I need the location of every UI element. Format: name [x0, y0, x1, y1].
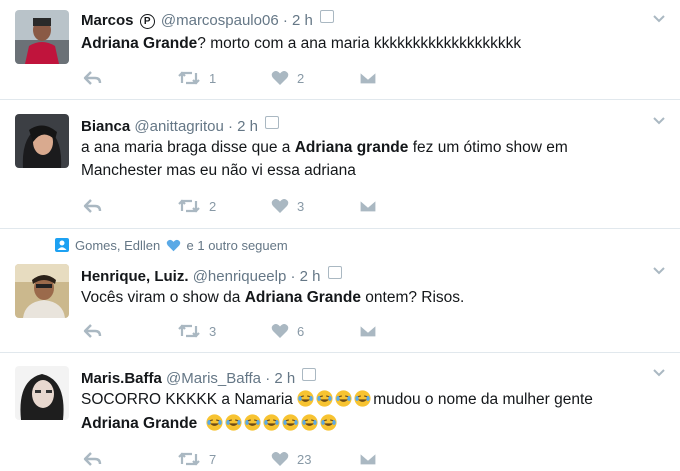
like-button[interactable]: 23 [271, 449, 311, 469]
avatar[interactable] [15, 114, 69, 168]
tweet-text: a ana maria braga disse que a Adriana gr… [81, 139, 568, 179]
retweet-button[interactable]: 2 [177, 196, 216, 216]
highlighted-term: Adriana grande [294, 139, 409, 156]
reply-button[interactable] [83, 449, 103, 469]
tweet-text: Vocês viram o show da Adriana Grande ont… [81, 289, 465, 306]
avatar[interactable] [15, 10, 69, 64]
laughing-emoji-icon [297, 390, 314, 407]
person-icon [55, 238, 69, 252]
highlighted-term: Adriana Grande [81, 35, 198, 52]
share-icon[interactable] [265, 116, 280, 129]
chevron-down-icon[interactable] [652, 366, 666, 380]
retweet-button[interactable]: 1 [177, 68, 216, 88]
tweet-header: Bianca @anittagritou · 2 h [81, 116, 280, 136]
tweet-header: Maris.Baffa @Maris_Baffa · 2 h [81, 368, 317, 388]
retweet-count: 3 [209, 323, 217, 339]
heart-icon [271, 71, 289, 85]
laughing-emoji-group [206, 414, 339, 432]
blue-heart-icon [166, 239, 181, 252]
username[interactable]: @henriqueelp [193, 268, 287, 285]
social-context-names: Gomes, Edllen [75, 238, 161, 253]
tweet-header: Marcos P @marcospaulo06 · 2 h [81, 10, 335, 30]
display-name[interactable]: Marcos [81, 12, 134, 29]
retweet-icon [178, 324, 200, 338]
username[interactable]: @anittagritou [134, 118, 223, 135]
tweet[interactable]: Marcos P @marcospaulo06 · 2 h Adriana Gr… [0, 0, 680, 100]
like-count: 6 [297, 323, 305, 339]
timestamp[interactable]: 2 h [300, 268, 321, 285]
highlighted-term: Adriana Grande [244, 289, 361, 306]
social-context[interactable]: Gomes, Edllen e 1 outro seguem [55, 238, 288, 253]
retweet-icon [178, 452, 200, 466]
retweet-count: 2 [209, 198, 217, 214]
retweet-count: 1 [209, 70, 217, 86]
like-button[interactable]: 3 [271, 196, 304, 216]
display-name[interactable]: Henrique, Luiz. [81, 268, 189, 285]
laughing-emoji-icon [301, 414, 318, 431]
tweet[interactable]: Gomes, Edllen e 1 outro seguem Henrique,… [0, 229, 680, 353]
timestamp[interactable]: 2 h [274, 370, 295, 387]
tweet-text: SOCORRO KKKKK a Namaria mudou o nome da … [81, 390, 593, 432]
display-name[interactable]: Bianca [81, 118, 130, 135]
laughing-emoji-icon [282, 414, 299, 431]
tweet-text: Adriana Grande? morto com a ana maria kk… [81, 35, 522, 52]
direct-message-icon [359, 324, 377, 338]
laughing-emoji-icon [316, 390, 333, 407]
like-button[interactable]: 6 [271, 321, 304, 341]
timestamp[interactable]: 2 h [237, 118, 258, 135]
reply-button[interactable] [83, 321, 103, 341]
heart-icon [271, 199, 289, 213]
share-icon[interactable] [320, 10, 335, 23]
like-button[interactable]: 2 [271, 68, 304, 88]
retweet-count: 7 [209, 451, 217, 467]
chevron-down-icon[interactable] [652, 114, 666, 128]
direct-message-button[interactable] [359, 68, 377, 88]
reply-icon [83, 324, 102, 338]
retweet-button[interactable]: 3 [177, 321, 216, 341]
reply-icon [83, 71, 102, 85]
laughing-emoji-icon [225, 414, 242, 431]
laughing-emoji-icon [263, 414, 280, 431]
tweet[interactable]: Bianca @anittagritou · 2 h a ana maria b… [0, 100, 680, 229]
highlighted-term: Adriana Grande [81, 415, 198, 432]
heart-icon [271, 324, 289, 338]
share-icon[interactable] [327, 266, 342, 279]
chevron-down-icon[interactable] [652, 264, 666, 278]
laughing-emoji-group [297, 390, 373, 408]
laughing-emoji-icon [335, 390, 352, 407]
retweet-button[interactable]: 7 [177, 449, 216, 469]
chevron-down-icon[interactable] [652, 12, 666, 26]
display-name[interactable]: Maris.Baffa [81, 370, 162, 387]
username[interactable]: @Maris_Baffa [166, 370, 261, 387]
laughing-emoji-icon [354, 390, 371, 407]
direct-message-icon [359, 199, 377, 213]
retweet-icon [178, 199, 200, 213]
username[interactable]: @marcospaulo06 [161, 12, 279, 29]
like-count: 3 [297, 198, 305, 214]
badge-icon: P [139, 14, 155, 29]
direct-message-button[interactable] [359, 321, 377, 341]
avatar[interactable] [15, 366, 69, 420]
laughing-emoji-icon [244, 414, 261, 431]
tweet[interactable]: Maris.Baffa @Maris_Baffa · 2 h SOCORRO K… [0, 353, 680, 471]
social-context-suffix: e 1 outro seguem [186, 238, 288, 253]
avatar[interactable] [15, 264, 69, 318]
reply-icon [83, 452, 102, 466]
like-count: 2 [297, 70, 305, 86]
retweet-icon [178, 71, 200, 85]
direct-message-icon [359, 452, 377, 466]
laughing-emoji-icon [320, 414, 337, 431]
heart-icon [271, 452, 289, 466]
tweet-header: Henrique, Luiz. @henriqueelp · 2 h [81, 266, 342, 286]
direct-message-icon [359, 71, 377, 85]
timestamp[interactable]: 2 h [292, 12, 313, 29]
reply-button[interactable] [83, 196, 103, 216]
share-icon[interactable] [302, 368, 317, 381]
reply-button[interactable] [83, 68, 103, 88]
reply-icon [83, 199, 102, 213]
direct-message-button[interactable] [359, 449, 377, 469]
direct-message-button[interactable] [359, 196, 377, 216]
like-count: 23 [297, 451, 312, 467]
laughing-emoji-icon [206, 414, 223, 431]
